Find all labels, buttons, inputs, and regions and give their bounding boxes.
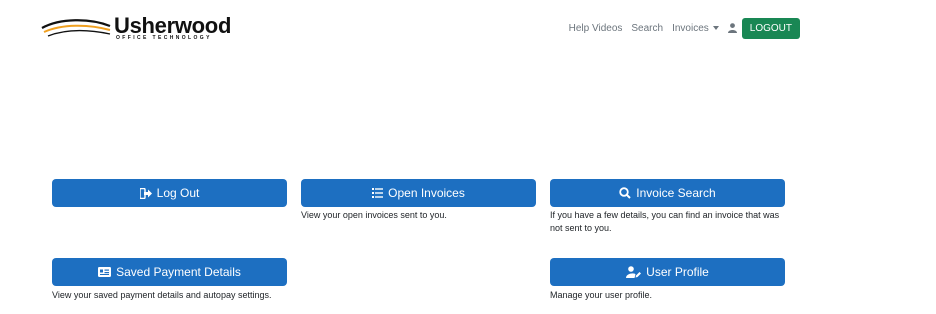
- open-invoices-label: Open Invoices: [388, 186, 465, 200]
- id-card-icon: [98, 267, 112, 277]
- open-invoices-description: View your open invoices sent to you.: [301, 210, 447, 220]
- user-profile-description: Manage your user profile.: [550, 290, 653, 300]
- nav-help-videos[interactable]: Help Videos: [569, 23, 623, 34]
- invoice-search-button[interactable]: Invoice Search: [550, 179, 785, 207]
- saved-payment-description: View your saved payment details and auto…: [52, 290, 272, 300]
- caret-down-icon: [712, 25, 719, 30]
- user-edit-icon: [626, 266, 642, 278]
- list-icon: [372, 188, 384, 198]
- log-out-label: Log Out: [156, 186, 200, 200]
- search-icon: [619, 187, 632, 199]
- nav-invoices-dropdown[interactable]: Invoices: [672, 23, 719, 34]
- saved-payment-details-label: Saved Payment Details: [116, 265, 241, 279]
- brand-tagline: OFFICE TECHNOLOGY: [116, 35, 212, 41]
- user-profile-button[interactable]: User Profile: [550, 258, 785, 286]
- user-profile-label: User Profile: [646, 265, 709, 279]
- brand-logo[interactable]: Usherwood OFFICE TECHNOLOGY: [40, 13, 231, 44]
- open-invoices-button[interactable]: Open Invoices: [301, 179, 536, 207]
- user-icon[interactable]: [727, 23, 737, 33]
- swoosh-logo-icon: [41, 19, 111, 37]
- nav-invoices-label: Invoices: [672, 22, 709, 34]
- invoice-search-label: Invoice Search: [636, 186, 716, 200]
- top-nav: Help Videos Search Invoices LOGOUT: [569, 17, 800, 39]
- saved-payment-details-button[interactable]: Saved Payment Details: [52, 258, 287, 286]
- log-out-button[interactable]: Log Out: [52, 179, 287, 207]
- invoice-search-description: If you have a few details, you can find …: [550, 210, 780, 233]
- logout-button[interactable]: LOGOUT: [741, 17, 800, 39]
- nav-search[interactable]: Search: [631, 23, 663, 34]
- sign-out-icon: [139, 187, 152, 199]
